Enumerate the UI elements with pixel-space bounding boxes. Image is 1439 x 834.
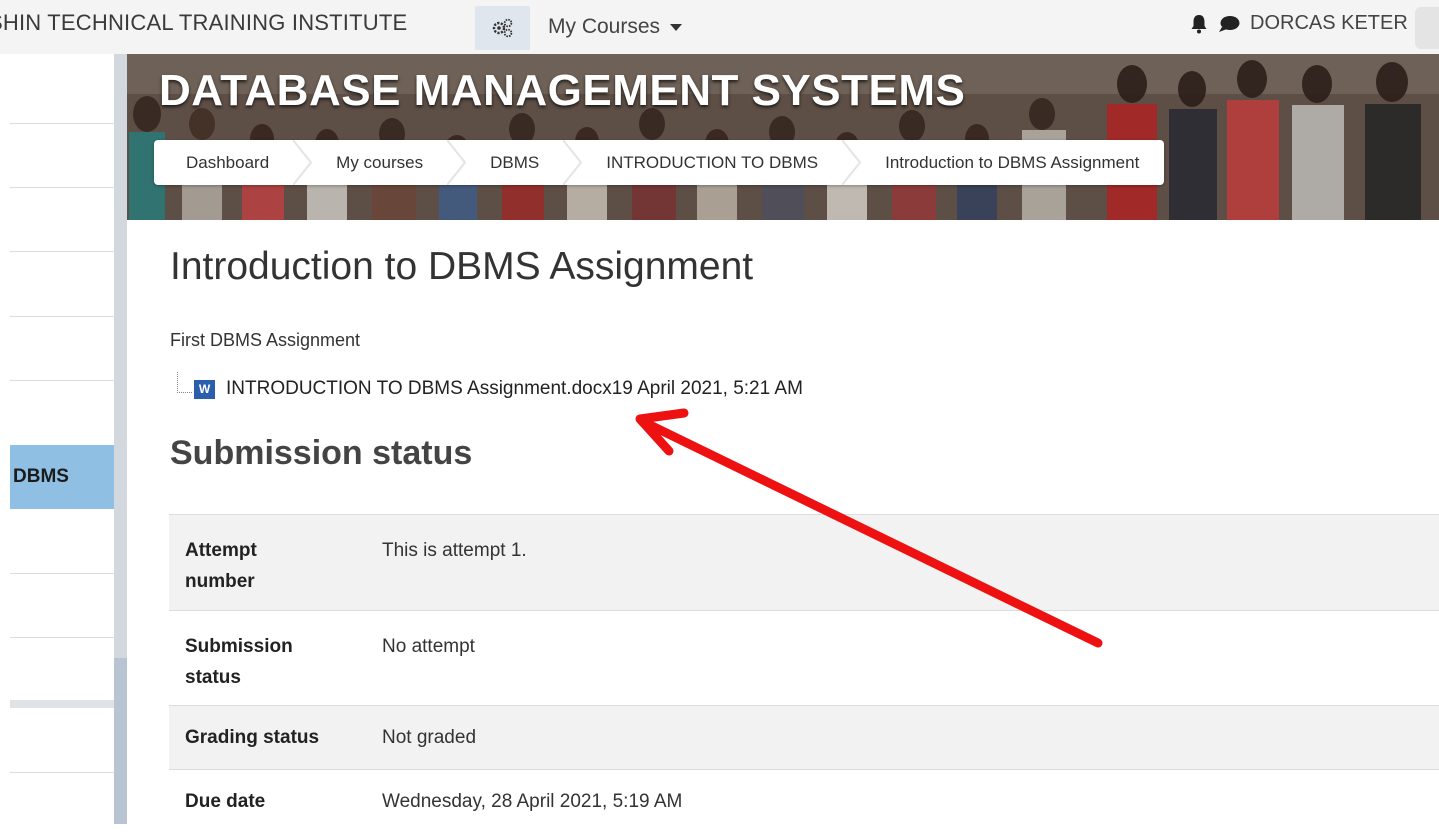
- drawer-divider: [10, 772, 114, 773]
- attachment-link[interactable]: INTRODUCTION TO DBMS Assignment.docx: [226, 378, 612, 400]
- assignment-intro: First DBMS Assignment: [170, 330, 361, 350]
- row-label: Attempt number: [169, 514, 365, 611]
- drawer-divider: [10, 380, 114, 381]
- course-title: DATABASE MANAGEMENT SYSTEMS: [159, 66, 966, 115]
- chevron-down-icon: [670, 23, 683, 31]
- course-header-banner: DATABASE MANAGEMENT SYSTEMS Dashboard My…: [127, 54, 1439, 220]
- attachment-row: W INTRODUCTION TO DBMS Assignment.docx 1…: [177, 371, 803, 400]
- breadcrumb-dashboard[interactable]: Dashboard: [154, 140, 303, 185]
- table-row: Attempt number This is attempt 1.: [169, 514, 1439, 611]
- row-value: This is attempt 1.: [365, 514, 1439, 611]
- tree-connector: [177, 371, 192, 393]
- drawer-divider: [10, 251, 114, 252]
- my-courses-dropdown[interactable]: My Courses: [548, 15, 683, 39]
- submission-status-table: Attempt number This is attempt 1. Submis…: [169, 514, 1439, 834]
- breadcrumb-my-courses[interactable]: My courses: [303, 140, 457, 185]
- user-area: DORCAS KETER: [1190, 12, 1408, 35]
- table-row: Submission status No attempt: [169, 610, 1439, 706]
- breadcrumb-dbms[interactable]: DBMS: [457, 140, 573, 185]
- row-label: Grading status: [169, 705, 365, 770]
- breadcrumb-intro-dbms[interactable]: INTRODUCTION TO DBMS: [573, 140, 852, 185]
- user-name[interactable]: DORCAS KETER: [1250, 12, 1408, 35]
- drawer-scrollbar-track[interactable]: [114, 54, 127, 658]
- my-courses-label: My Courses: [548, 15, 661, 38]
- drawer-divider: [10, 637, 114, 638]
- drawer-item-dbms[interactable]: DBMS: [10, 445, 114, 509]
- page-title: Introduction to DBMS Assignment: [170, 245, 754, 288]
- site-name[interactable]: SHIN TECHNICAL TRAINING INSTITUTE: [0, 10, 407, 36]
- avatar[interactable]: [1415, 7, 1439, 49]
- row-label: Submission status: [169, 610, 365, 706]
- drawer-divider: [10, 573, 114, 574]
- drawer-divider: [10, 187, 114, 188]
- drawer-section-gap: [10, 700, 114, 708]
- attachment-date: 19 April 2021, 5:21 AM: [611, 378, 803, 399]
- top-navbar: SHIN TECHNICAL TRAINING INSTITUTE My Cou…: [0, 0, 1439, 54]
- breadcrumb-assignment[interactable]: Introduction to DBMS Assignment: [852, 140, 1164, 185]
- message-icon[interactable]: [1218, 15, 1240, 33]
- admin-menu-button[interactable]: [475, 6, 530, 50]
- submission-status-heading: Submission status: [170, 434, 473, 472]
- drawer-scrollbar-thumb[interactable]: [114, 658, 127, 824]
- row-value: No attempt: [365, 610, 1439, 706]
- drawer-divider: [10, 123, 114, 124]
- drawer-divider: [10, 316, 114, 317]
- breadcrumb: Dashboard My courses DBMS INTRODUCTION T…: [154, 140, 1165, 185]
- gears-icon: [492, 18, 512, 38]
- word-document-icon: W: [194, 379, 215, 399]
- nav-drawer: DBMS: [0, 54, 114, 824]
- table-row: Grading status Not graded: [169, 705, 1439, 770]
- row-value: Not graded: [365, 705, 1439, 770]
- bell-icon[interactable]: [1190, 14, 1208, 34]
